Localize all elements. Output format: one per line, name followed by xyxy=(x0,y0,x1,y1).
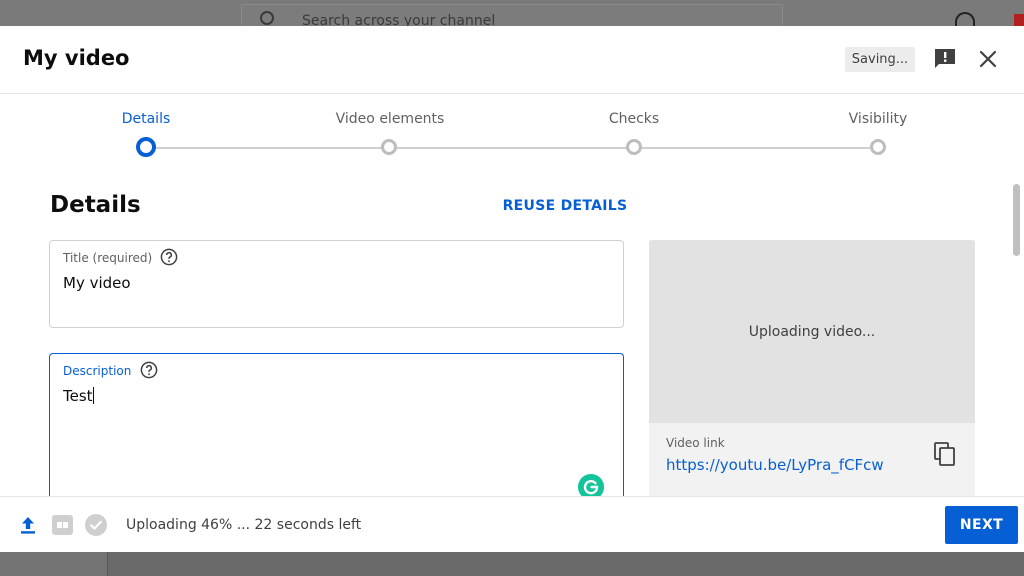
hd-processing-icon xyxy=(52,515,73,535)
stepper-track xyxy=(146,147,878,149)
close-icon[interactable] xyxy=(977,48,999,70)
dialog-footer: Uploading 46% ... 22 seconds left NEXT xyxy=(0,496,1024,552)
tab-details[interactable]: Details xyxy=(76,111,216,127)
video-preview-panel: Uploading video... Video link https://yo… xyxy=(649,240,975,510)
dialog-header: My video Saving... xyxy=(0,26,1024,94)
upload-progress-status: Uploading 46% ... 22 seconds left xyxy=(126,517,362,533)
upload-preview-status: Uploading video... xyxy=(748,324,876,340)
step-dot-video-elements[interactable] xyxy=(381,139,397,155)
tab-visibility[interactable]: Visibility xyxy=(808,111,948,127)
video-link-label: Video link xyxy=(666,436,725,450)
next-button[interactable]: NEXT xyxy=(945,506,1018,544)
title-field-label: Title (required) xyxy=(63,251,153,265)
dialog-title: My video xyxy=(23,46,130,70)
video-link[interactable]: https://youtu.be/LyPra_fCFcw xyxy=(666,456,884,474)
reuse-details-button[interactable]: REUSE DETAILS xyxy=(500,198,630,214)
upload-dialog: My video Saving... Details Video element… xyxy=(0,26,1024,552)
search-icon xyxy=(260,11,274,25)
upload-stepper: Details Video elements Checks Visibility xyxy=(0,94,1024,194)
description-help-icon[interactable] xyxy=(140,361,158,379)
step-dot-visibility[interactable] xyxy=(870,139,886,155)
feedback-icon[interactable] xyxy=(933,48,957,70)
description-input[interactable]: Test xyxy=(63,387,94,405)
saving-status-chip: Saving... xyxy=(845,47,915,72)
hd-icon-left-block xyxy=(57,522,62,528)
studio-sidebar-bottom xyxy=(0,552,108,576)
create-icon xyxy=(1014,14,1024,26)
text-caret xyxy=(92,387,94,404)
scrollbar[interactable] xyxy=(1013,184,1020,256)
description-field-label: Description xyxy=(63,364,132,378)
description-text: Test xyxy=(63,387,93,405)
copy-icon[interactable] xyxy=(933,441,957,467)
tab-checks[interactable]: Checks xyxy=(564,111,704,127)
tab-video-elements[interactable]: Video elements xyxy=(320,111,460,127)
step-dot-checks[interactable] xyxy=(626,139,642,155)
hd-icon-right-block xyxy=(63,522,68,528)
studio-background-bottom xyxy=(0,552,1024,576)
details-heading: Details xyxy=(50,192,141,218)
step-dot-details[interactable] xyxy=(136,137,156,157)
upload-icon xyxy=(21,517,35,534)
title-help-icon[interactable] xyxy=(160,248,178,266)
description-field[interactable]: Description Test xyxy=(49,353,624,503)
title-field[interactable]: Title (required) My video xyxy=(49,240,624,328)
checks-complete-icon xyxy=(85,514,107,536)
help-icon xyxy=(955,12,975,26)
studio-logo xyxy=(0,8,14,24)
video-preview: Uploading video... xyxy=(649,240,975,423)
title-input[interactable]: My video xyxy=(63,274,131,292)
